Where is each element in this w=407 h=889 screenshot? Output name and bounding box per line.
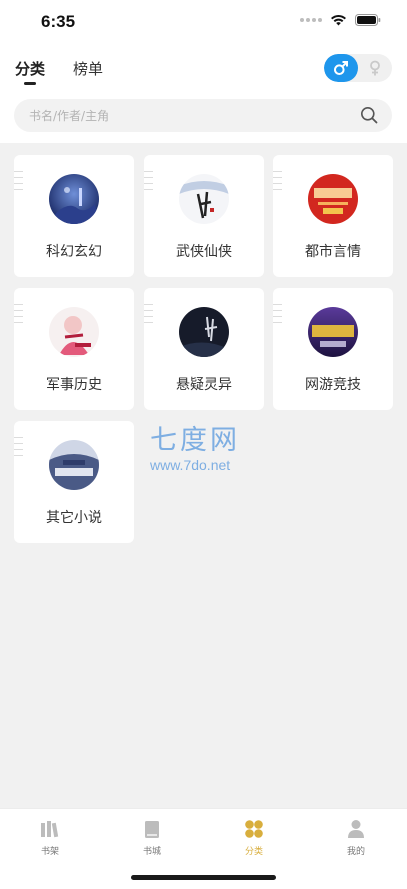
cover-other xyxy=(49,440,99,490)
cover-mystery xyxy=(179,307,229,357)
female-icon xyxy=(370,60,380,76)
nav-profile[interactable]: 我的 xyxy=(326,817,386,857)
cover-scifi xyxy=(49,174,99,224)
tab-ranking[interactable]: 榜单 xyxy=(73,58,103,79)
tab-category[interactable]: 分类 xyxy=(15,58,45,79)
gender-toggle[interactable] xyxy=(324,54,392,82)
female-option[interactable] xyxy=(358,54,392,82)
status-bar: 6:35 xyxy=(0,0,407,46)
nav-bookshelf[interactable]: 书架 xyxy=(20,817,80,857)
notebook-lines xyxy=(14,437,23,461)
notebook-lines xyxy=(273,304,282,328)
watermark: 七度网 www.7do.net xyxy=(150,418,240,473)
nav-category[interactable]: 分类 xyxy=(224,817,284,857)
category-label: 其它小说 xyxy=(46,510,102,526)
category-card-scifi[interactable]: 科幻玄幻 xyxy=(14,155,134,277)
category-label: 科幻玄幻 xyxy=(46,244,102,260)
nav-bookstore[interactable]: 书城 xyxy=(122,817,182,857)
status-time: 6:35 xyxy=(41,12,76,31)
notebook-lines xyxy=(144,171,153,195)
profile-icon xyxy=(326,817,386,841)
active-tab-indicator xyxy=(24,82,36,85)
home-indicator xyxy=(131,875,276,880)
nav-label: 分类 xyxy=(244,847,263,857)
search-bar[interactable]: 书名/作者/主角 xyxy=(14,99,392,132)
nav-label: 我的 xyxy=(346,847,365,857)
category-card-romance[interactable]: 都市言情 xyxy=(273,155,393,277)
category-icon xyxy=(224,817,284,841)
category-label: 都市言情 xyxy=(305,244,361,260)
category-card-wuxia[interactable]: 武侠仙侠 xyxy=(144,155,264,277)
battery-icon xyxy=(355,14,381,26)
notebook-lines xyxy=(14,171,23,195)
nav-label: 书城 xyxy=(142,847,161,857)
category-card-mystery[interactable]: 悬疑灵异 xyxy=(144,288,264,410)
search-placeholder: 书名/作者/主角 xyxy=(29,109,110,123)
status-icons xyxy=(300,14,381,26)
notebook-lines xyxy=(14,304,23,328)
male-option[interactable] xyxy=(324,54,358,82)
category-card-military[interactable]: 军事历史 xyxy=(14,288,134,410)
watermark-url: www.7do.net xyxy=(150,457,231,473)
category-label: 网游竞技 xyxy=(305,377,361,393)
watermark-title: 七度网 xyxy=(150,425,240,456)
category-label: 军事历史 xyxy=(46,377,102,393)
wifi-icon xyxy=(331,14,346,26)
category-card-gaming[interactable]: 网游竞技 xyxy=(273,288,393,410)
cover-military xyxy=(49,307,99,357)
bookstore-icon xyxy=(122,817,182,841)
cellular-signal-icon xyxy=(300,18,322,22)
category-label: 武侠仙侠 xyxy=(176,244,232,260)
nav-label: 书架 xyxy=(40,847,59,857)
cover-wuxia xyxy=(179,174,229,224)
notebook-lines xyxy=(273,171,282,195)
cover-gaming xyxy=(308,307,358,357)
category-card-other[interactable]: 其它小说 xyxy=(14,421,134,543)
search-icon[interactable] xyxy=(360,106,378,124)
cover-romance xyxy=(308,174,358,224)
category-label: 悬疑灵异 xyxy=(176,377,232,393)
notebook-lines xyxy=(144,304,153,328)
male-icon xyxy=(334,61,348,75)
bookshelf-icon xyxy=(20,817,80,841)
